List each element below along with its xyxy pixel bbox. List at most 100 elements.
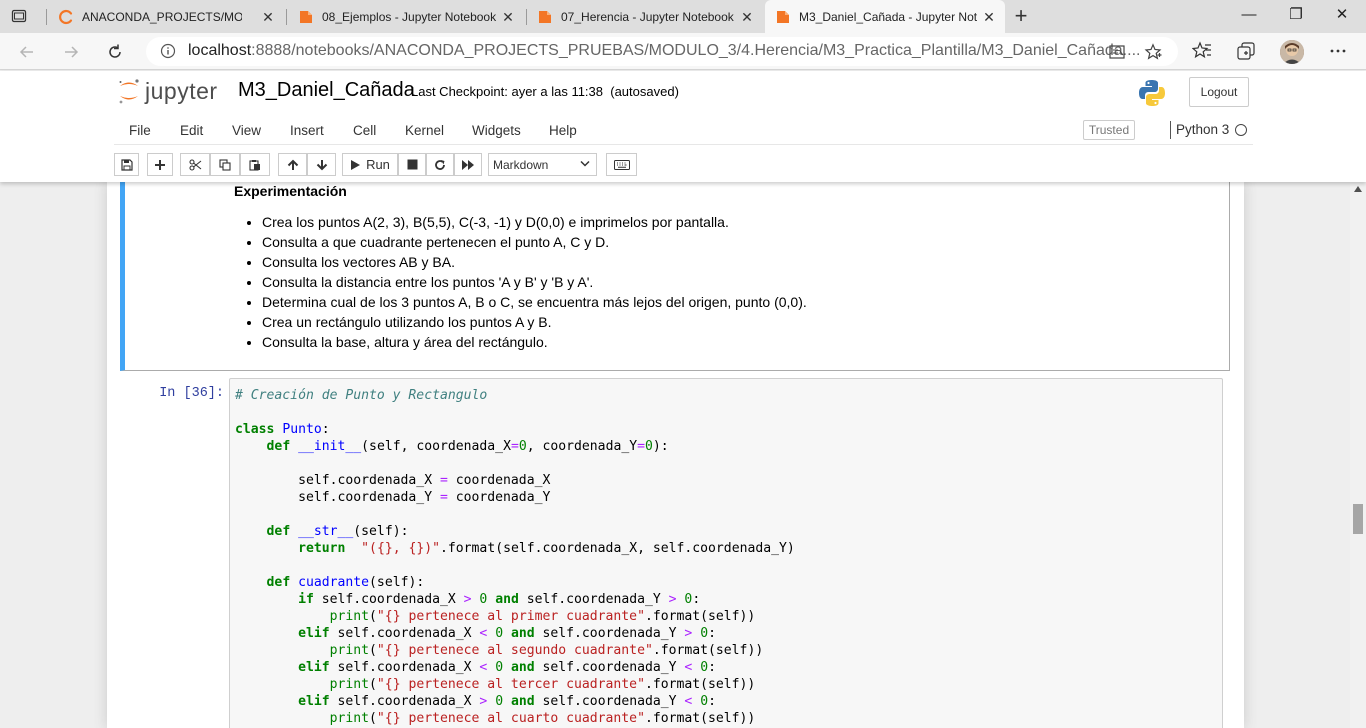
menu-cell[interactable]: Cell (353, 123, 376, 138)
code-token: ( (369, 609, 377, 624)
tab-title: M3_Daniel_Cañada - Jupyter Not (799, 9, 977, 24)
minimize-button[interactable]: — (1237, 4, 1261, 26)
move-down-icon (316, 159, 327, 170)
menu-kernel[interactable]: Kernel (405, 123, 444, 138)
tab-close-icon[interactable]: ✕ (260, 9, 276, 25)
restart-kernel-button[interactable] (426, 153, 454, 176)
markdown-cell-selected[interactable]: Experimentación Crea los puntos A(2, 3),… (120, 182, 1230, 371)
reader-mode-icon[interactable] (1108, 43, 1126, 61)
code-token: and (510, 694, 535, 709)
page-scrollbar[interactable] (1350, 182, 1366, 728)
run-button[interactable]: Run (342, 153, 398, 176)
code-line: if self.coordenada_X > 0 and self.coorde… (235, 591, 795, 608)
menu-view[interactable]: View (232, 123, 261, 138)
code-token: : (708, 660, 716, 675)
tab-actions-icon[interactable] (8, 6, 30, 26)
interrupt-kernel-button[interactable] (398, 153, 426, 176)
paste-cell-button[interactable] (240, 153, 270, 176)
copy-cell-button[interactable] (210, 153, 240, 176)
checkpoint-label: Last Checkpoint: (411, 84, 508, 99)
favorites-icon[interactable] (1191, 41, 1212, 61)
tab-title: 08_Ejemplos - Jupyter Notebook (322, 9, 497, 24)
menu-file[interactable]: File (129, 123, 151, 138)
jupyter-logo[interactable]: jupyter (117, 77, 218, 105)
keyboard-icon (613, 159, 630, 170)
trusted-badge[interactable]: Trusted (1083, 120, 1135, 140)
code-line: print("{} pertenece al cuarto cuadrante"… (235, 710, 795, 727)
logout-button[interactable]: Logout (1189, 77, 1249, 107)
code-token: def (266, 524, 291, 539)
code-editor[interactable]: # Creación de Punto y Rectangulo class P… (229, 378, 1223, 728)
list-item: Consulta la distancia entre los puntos '… (262, 273, 807, 293)
add-favorite-icon[interactable] (1144, 43, 1162, 61)
code-token: Punto (282, 422, 322, 437)
scrollbar-thumb[interactable] (1353, 504, 1363, 534)
tab-08-ejemplos[interactable]: 08_Ejemplos - Jupyter Notebook ✕ (288, 0, 524, 33)
cut-cell-button[interactable] (180, 153, 210, 176)
info-icon[interactable] (160, 43, 176, 59)
insert-cell-button[interactable] (147, 153, 173, 176)
save-button[interactable] (114, 153, 139, 176)
tab-close-icon[interactable]: ✕ (500, 9, 516, 25)
scroll-up-icon[interactable] (1354, 186, 1362, 192)
menu-widgets[interactable]: Widgets (472, 123, 521, 138)
url-text: localhost:8888/notebooks/ANACONDA_PROJEC… (188, 42, 1140, 60)
code-token: : (708, 694, 716, 709)
menu-help[interactable]: Help (549, 123, 577, 138)
jupyter-notebook-icon (537, 9, 553, 25)
code-token: self.coordenada_X (235, 473, 440, 488)
code-cell[interactable]: In [36]: # Creación de Punto y Rectangul… (120, 378, 1230, 728)
command-palette-button[interactable] (606, 153, 637, 176)
menu-insert[interactable]: Insert (290, 123, 324, 138)
code-line: print("{} pertenece al tercer cuadrante"… (235, 676, 795, 693)
code-token: coordenada_Y (447, 490, 551, 505)
chevron-down-icon (580, 160, 590, 167)
code-token: > (463, 592, 472, 607)
code-token: 0 (700, 626, 709, 641)
move-down-button[interactable] (307, 153, 336, 176)
profile-avatar[interactable] (1280, 40, 1304, 64)
md-task-list: Crea los puntos A(2, 3), B(5,5), C(-3, -… (262, 213, 807, 353)
tab-title: 07_Herencia - Jupyter Notebook (561, 9, 734, 24)
collections-icon[interactable] (1236, 41, 1256, 61)
tab-07-herencia[interactable]: 07_Herencia - Jupyter Notebook ✕ (527, 0, 763, 33)
back-icon[interactable] (16, 41, 38, 63)
code-token: = (510, 439, 519, 454)
code-token: (self): (369, 575, 425, 590)
code-token: # Creación de Punto y Rectangulo (235, 388, 488, 403)
more-icon[interactable] (1328, 41, 1348, 61)
notebook-name[interactable]: M3_Daniel_Cañada (238, 79, 415, 102)
code-token: .format(self.coordenada_X, self.coordena… (440, 541, 795, 556)
autosave-status: (autosaved) (610, 84, 679, 99)
list-item: Consulta los vectores AB y BA. (262, 253, 807, 273)
close-window-button[interactable]: ✕ (1330, 4, 1354, 26)
run-label: Run (366, 157, 390, 172)
tab-anaconda-projects[interactable]: ANACONDA_PROJECTS/MODULO ✕ (48, 0, 284, 33)
list-item: Consulta a que cuadrante pertenecen el p… (262, 233, 807, 253)
move-up-button[interactable] (278, 153, 307, 176)
refresh-icon[interactable] (104, 41, 126, 63)
code-token: "{} pertenece al primer cuadrante" (376, 609, 645, 624)
list-item: Consulta la base, altura y área del rect… (262, 333, 807, 353)
maximize-button[interactable]: ❐ (1284, 4, 1308, 26)
jupyter-logo-icon (119, 79, 139, 104)
url-field[interactable]: localhost:8888/notebooks/ANACONDA_PROJEC… (146, 37, 1178, 66)
restart-run-all-button[interactable] (454, 153, 482, 176)
tab-close-icon[interactable]: ✕ (739, 9, 755, 25)
tab-m3-daniel-canada[interactable]: M3_Daniel_Cañada - Jupyter Not ✕ (765, 0, 1005, 33)
cell-type-select[interactable]: Markdown (488, 153, 597, 176)
menu-edit[interactable]: Edit (180, 123, 203, 138)
tab-close-icon[interactable]: ✕ (981, 9, 997, 25)
new-tab-button[interactable]: + (1010, 5, 1032, 27)
code-token: if (298, 592, 314, 607)
forward-icon[interactable] (60, 41, 82, 63)
code-token: print (329, 711, 370, 726)
code-token: 0 (495, 694, 504, 709)
